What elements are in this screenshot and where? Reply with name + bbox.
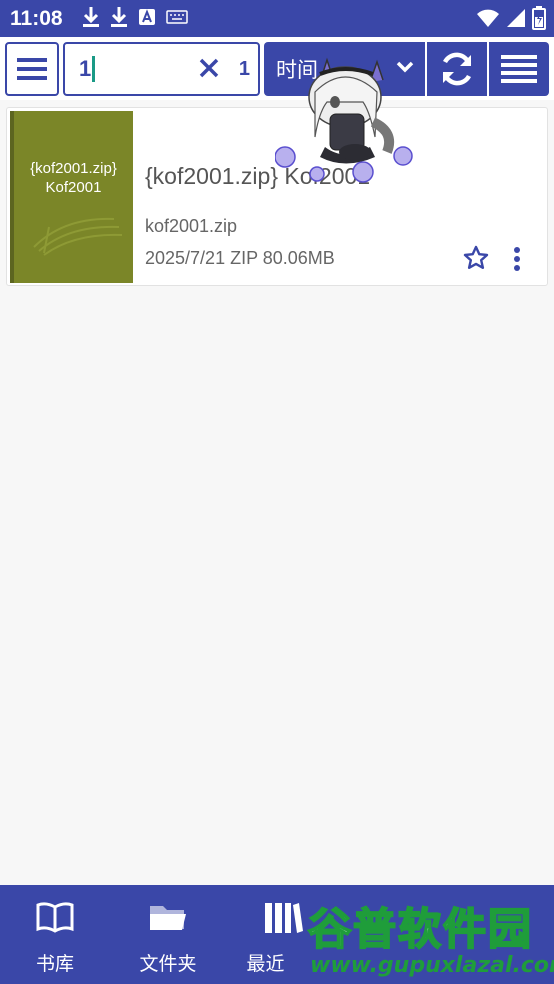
more-options-icon[interactable] xyxy=(507,245,527,273)
cover-title: {kof2001.zip} xyxy=(30,160,117,177)
hamburger-icon xyxy=(17,58,47,80)
clear-icon[interactable] xyxy=(198,57,220,79)
nav-item-folder[interactable]: 文件夹 xyxy=(113,885,223,984)
star-icon[interactable] xyxy=(463,245,489,271)
search-value: 1 xyxy=(79,56,92,81)
refresh-button[interactable] xyxy=(427,42,487,96)
status-bar: 11:08 xyxy=(0,0,554,37)
keyboard-icon xyxy=(166,10,188,24)
list-icon xyxy=(501,55,537,83)
nav-label-folder: 文件夹 xyxy=(139,954,197,975)
download-icon xyxy=(111,7,127,27)
status-system-icons xyxy=(476,6,546,30)
nav-label-library: 书库 xyxy=(35,954,74,975)
book-open-icon xyxy=(36,902,74,933)
download-icon xyxy=(83,7,99,27)
text-a-icon xyxy=(139,9,155,25)
text-cursor xyxy=(92,56,96,82)
signal-icon xyxy=(507,9,525,27)
watermark: 谷普软件园 www.gupuxlazal.com xyxy=(302,895,554,980)
menu-button[interactable] xyxy=(5,42,59,96)
book-filename: kof2001.zip xyxy=(145,216,238,236)
wifi-icon xyxy=(477,9,499,27)
watermark-url: www.gupuxlazal.com xyxy=(310,953,554,978)
nav-label-recent: 最近 xyxy=(246,954,285,975)
book-emboss-icon xyxy=(33,217,123,256)
search-result-count: 1 xyxy=(238,58,250,80)
mascot-sticker xyxy=(275,57,413,183)
book-cover[interactable]: {kof2001.zip} Kof2001 xyxy=(10,111,133,283)
nav-item-library[interactable]: 书库 xyxy=(0,885,110,984)
status-notification-icons xyxy=(82,6,188,28)
refresh-icon xyxy=(442,52,472,86)
cover-subtitle: Kof2001 xyxy=(45,179,102,196)
watermark-text: 谷普软件园 xyxy=(307,904,533,956)
search-input[interactable]: 1 1 xyxy=(63,42,260,96)
book-meta: 2025/7/21 ZIP 80.06MB xyxy=(145,248,335,268)
bookshelf-icon xyxy=(265,903,303,933)
battery-icon xyxy=(532,6,546,30)
cover-text: {kof2001.zip} Kof2001 xyxy=(14,159,133,197)
status-time: 11:08 xyxy=(10,7,63,30)
folder-icon xyxy=(150,906,186,930)
list-view-button[interactable] xyxy=(489,42,549,96)
